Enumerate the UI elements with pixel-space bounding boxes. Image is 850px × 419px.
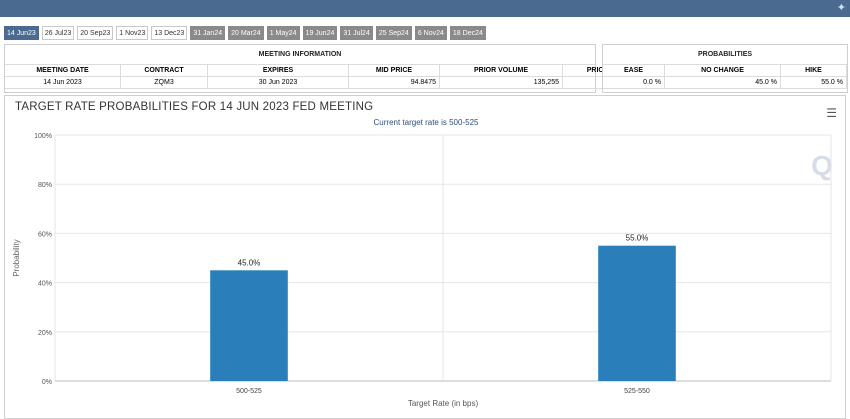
y-tick-label-4: 80% [38, 182, 52, 189]
cell-ease: 0.0 % [603, 77, 665, 89]
bar-500-525 [210, 270, 288, 381]
header-mid-price: MID PRICE [349, 65, 440, 77]
probabilities-panel: PROBABILITIES EASE NO CHANGE HIKE 0.0 % … [602, 44, 848, 93]
twitter-icon[interactable]: ✦ [837, 1, 846, 14]
y-axis-title: Probability [12, 239, 21, 276]
tab-meeting-3[interactable]: 1 Nov23 [116, 26, 149, 40]
tab-meeting-12[interactable]: 18 Dec24 [449, 26, 486, 40]
tab-meeting-6[interactable]: 20 Mar24 [228, 26, 264, 40]
header-no-change: NO CHANGE [665, 65, 781, 77]
probabilities-title: PROBABILITIES [603, 45, 847, 65]
cell-meeting-date: 14 Jun 2023 [5, 77, 121, 89]
y-tick-label-5: 100% [34, 133, 52, 140]
probabilities-table: EASE NO CHANGE HIKE 0.0 % 45.0 % 55.0 % [603, 65, 847, 89]
x-axis-title: Target Rate (in bps) [408, 399, 479, 408]
header-ease: EASE [603, 65, 665, 77]
cell-contract: ZQM3 [121, 77, 208, 89]
tab-meeting-0[interactable]: 14 Jun23 [4, 26, 39, 40]
y-tick-label-0: 0% [42, 379, 52, 386]
y-tick-label-2: 40% [38, 281, 52, 288]
data-label-525-550: 55.0% [626, 234, 649, 243]
tab-meeting-2[interactable]: 20 Sep23 [77, 26, 114, 40]
data-label-500-525: 45.0% [238, 258, 261, 267]
cell-expires: 30 Jun 2023 [208, 77, 349, 89]
header-meeting-date: MEETING DATE [5, 65, 121, 77]
tab-meeting-8[interactable]: 19 Jun24 [302, 26, 338, 40]
header-prior-volume: PRIOR VOLUME [440, 65, 563, 77]
bar-525-550 [598, 245, 676, 381]
cell-mid-price: 94.8475 [349, 77, 440, 89]
top-bar: ✦ [0, 0, 850, 17]
cell-hike: 55.0 % [781, 77, 847, 89]
header-expires: EXPIRES [208, 65, 349, 77]
tab-meeting-11[interactable]: 6 Nov24 [414, 26, 447, 40]
y-tick-label-3: 60% [38, 231, 52, 238]
tab-meeting-1[interactable]: 26 Jul23 [41, 26, 75, 40]
cell-prior-volume: 135,255 [440, 77, 563, 89]
chart-container: TARGET RATE PROBABILITIES FOR 14 JUN 202… [4, 95, 846, 419]
meeting-info-title: MEETING INFORMATION [5, 45, 595, 65]
cell-no-change: 45.0 % [665, 77, 781, 89]
tab-meeting-7[interactable]: 1 May24 [266, 26, 300, 40]
meeting-info-panel: MEETING INFORMATION MEETING DATE CONTRAC… [4, 44, 643, 93]
tab-meeting-10[interactable]: 25 Sep24 [375, 26, 412, 40]
tab-meeting-5[interactable]: 31 Jan24 [190, 26, 226, 40]
meeting-date-tabs: 14 Jun23 26 Jul23 20 Sep23 1 Nov23 13 Dec23 3… [4, 26, 486, 40]
tab-meeting-9[interactable]: 31 Jul24 [340, 26, 373, 40]
y-tick-label-1: 20% [38, 330, 52, 337]
tab-meeting-4[interactable]: 13 Dec23 [151, 26, 188, 40]
x-tick-label-525-550: 525-550 [624, 388, 650, 395]
header-hike: HIKE [781, 65, 847, 77]
watermark-logo: Q [811, 150, 833, 181]
header-contract: CONTRACT [121, 65, 208, 77]
x-tick-label-500-525: 500-525 [236, 388, 262, 395]
probability-bar-chart: Q 0% 20% 40% 60% 80% 100% 45.0% 500-525 55.0% 525-… [12, 133, 833, 408]
meeting-info-table: MEETING DATE CONTRACT EXPIRES MID PRICE … [5, 65, 643, 89]
